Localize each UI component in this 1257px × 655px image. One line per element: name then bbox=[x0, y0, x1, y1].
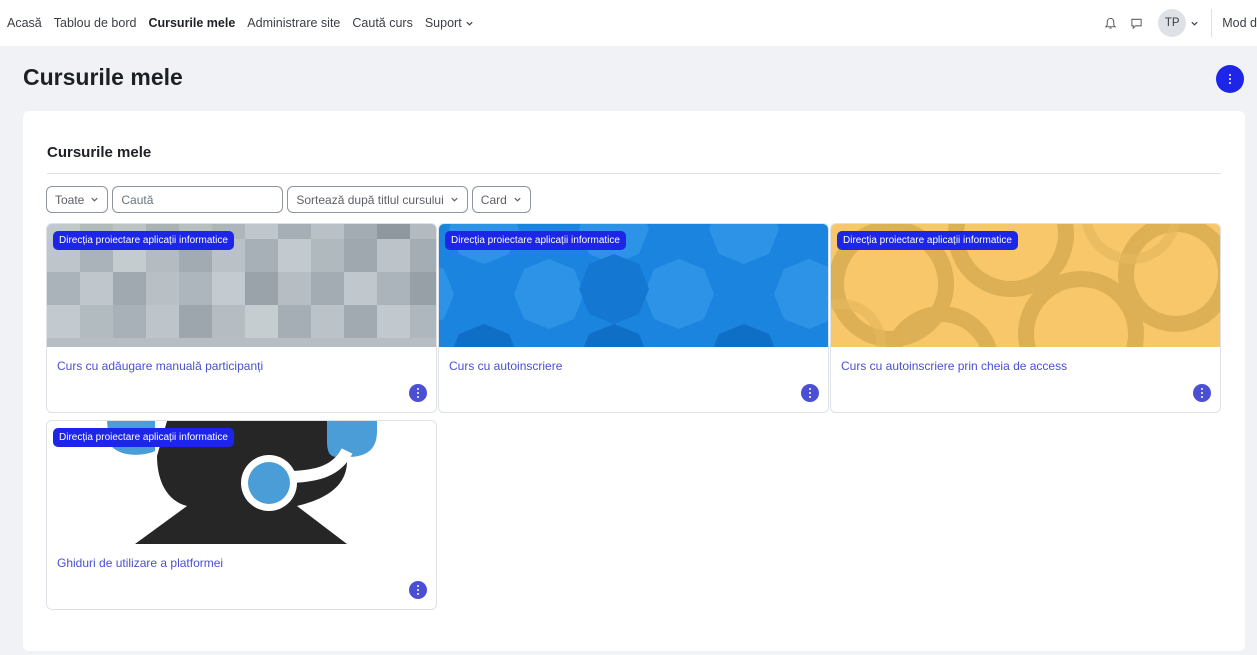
course-name-link[interactable]: Ghiduri de utilizare a platformei bbox=[57, 556, 223, 570]
nav-item-my-courses[interactable]: Cursurile mele bbox=[148, 16, 235, 30]
kebab-menu-icon bbox=[808, 387, 812, 399]
kebab-menu-icon bbox=[416, 584, 420, 596]
course-image[interactable]: Direcția proiectare aplicații informatic… bbox=[831, 224, 1220, 347]
chevron-down-icon bbox=[466, 21, 473, 26]
course-name-link[interactable]: Curs cu autoinscriere prin cheia de acce… bbox=[841, 359, 1067, 373]
course-card[interactable]: Direcția proiectare aplicații informatic… bbox=[46, 223, 437, 413]
sort-dropdown[interactable]: Sortează după titlul cursului bbox=[287, 186, 468, 213]
course-category-badge: Direcția proiectare aplicații informatic… bbox=[53, 231, 234, 250]
avatar[interactable]: TP bbox=[1158, 9, 1187, 37]
page-title: Cursurile mele bbox=[23, 64, 183, 90]
nav-item-site-admin[interactable]: Administrare site bbox=[247, 16, 340, 30]
course-category-badge: Direcția proiectare aplicații informatic… bbox=[53, 428, 234, 447]
course-card[interactable]: Direcția proiectare aplicații informatic… bbox=[830, 223, 1221, 413]
nav-divider bbox=[1211, 9, 1213, 37]
page-actions-button[interactable] bbox=[1216, 65, 1244, 93]
nav-item-dashboard[interactable]: Tablou de bord bbox=[54, 16, 137, 30]
block-divider bbox=[47, 173, 1221, 174]
chevron-down-icon[interactable] bbox=[1190, 19, 1199, 28]
course-actions-button[interactable] bbox=[409, 384, 427, 402]
kebab-menu-icon bbox=[1200, 387, 1204, 399]
block-title: Cursurile mele bbox=[47, 144, 152, 161]
bell-icon[interactable] bbox=[1102, 15, 1118, 31]
course-card[interactable]: Direcția proiectare aplicații informatic… bbox=[46, 420, 437, 610]
top-navbar: Acasă Tablou de bord Cursurile mele Admi… bbox=[0, 0, 1257, 46]
course-image[interactable]: Direcția proiectare aplicații informatic… bbox=[439, 224, 828, 347]
chevron-down-icon bbox=[450, 195, 459, 204]
edit-mode-toggle[interactable]: Mod d bbox=[1222, 16, 1257, 30]
course-actions-button[interactable] bbox=[409, 581, 427, 599]
primary-navigation: Acasă Tablou de bord Cursurile mele Admi… bbox=[0, 16, 486, 30]
course-card[interactable]: Direcția proiectare aplicații informatic… bbox=[438, 223, 829, 413]
course-category-badge: Direcția proiectare aplicații informatic… bbox=[445, 231, 626, 250]
search-placeholder: Caută bbox=[121, 192, 154, 207]
chat-bubble-icon[interactable] bbox=[1128, 15, 1144, 31]
chevron-down-icon bbox=[90, 195, 99, 204]
grouping-dropdown[interactable]: Toate bbox=[46, 186, 109, 213]
course-name-link[interactable]: Curs cu adăugare manuală participanți bbox=[57, 359, 263, 373]
course-actions-button[interactable] bbox=[1193, 384, 1211, 402]
course-actions-button[interactable] bbox=[801, 384, 819, 402]
nav-item-support[interactable]: Suport bbox=[425, 16, 474, 30]
sort-dropdown-label: Sortează după titlul cursului bbox=[296, 192, 444, 207]
view-dropdown-label: Card bbox=[480, 192, 507, 207]
course-image[interactable]: Direcția proiectare aplicații informatic… bbox=[47, 421, 436, 544]
chevron-down-icon bbox=[513, 195, 522, 204]
course-category-badge: Direcția proiectare aplicații informatic… bbox=[837, 231, 1018, 250]
kebab-menu-icon bbox=[416, 387, 420, 399]
course-overview-block: Cursurile mele Toate Caută Sortează după… bbox=[23, 111, 1245, 651]
nav-item-home[interactable]: Acasă bbox=[7, 16, 42, 30]
course-image[interactable]: Direcția proiectare aplicații informatic… bbox=[47, 224, 436, 347]
grouping-dropdown-label: Toate bbox=[55, 192, 85, 207]
course-name-link[interactable]: Curs cu autoinscriere bbox=[449, 359, 562, 373]
view-dropdown[interactable]: Card bbox=[471, 186, 531, 213]
nav-item-support-label: Suport bbox=[424, 16, 462, 30]
course-filters: Toate Caută Sortează după titlul cursulu… bbox=[46, 186, 531, 213]
user-navigation: TP Mod d bbox=[1102, 0, 1257, 46]
kebab-menu-icon bbox=[1228, 73, 1232, 85]
search-input[interactable]: Caută bbox=[112, 186, 284, 213]
nav-item-course-search[interactable]: Caută curs bbox=[352, 16, 412, 30]
